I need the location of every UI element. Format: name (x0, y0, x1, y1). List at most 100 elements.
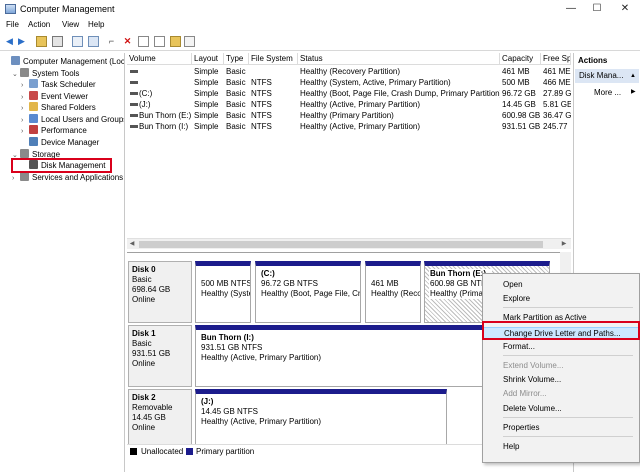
expand-right-icon[interactable]: › (12, 173, 20, 184)
expand-right-icon[interactable]: › (21, 80, 29, 91)
tree-item[interactable]: › Local Users and Groups (21, 114, 124, 125)
back-arrow-icon[interactable]: ◀ (4, 36, 15, 47)
table-cell[interactable]: 600.98 GB (500, 110, 541, 121)
expand-down-icon[interactable]: ⌄ (12, 69, 20, 80)
table-cell[interactable]: 500 MB (500, 77, 541, 88)
table-cell[interactable]: Healthy (Primary Partition) (298, 110, 500, 121)
menu-action[interactable]: Action (28, 20, 50, 29)
expand-right-icon[interactable]: › (21, 103, 29, 114)
tree-item[interactable]: › Task Scheduler (21, 79, 96, 90)
table-cell[interactable]: Simple (192, 66, 224, 77)
tree-item[interactable]: › Event Viewer (21, 91, 88, 102)
context-menu-item[interactable]: Help (483, 441, 639, 453)
help-icon[interactable] (88, 36, 99, 47)
scroll-thumb[interactable] (139, 241, 543, 248)
table-cell[interactable]: Simple (192, 110, 224, 121)
partition-block[interactable]: (J:) 14.45 GB NTFS Healthy (Active, Primar… (195, 389, 447, 445)
table-cell[interactable]: Simple (192, 77, 224, 88)
forward-arrow-icon[interactable]: ▶ (16, 36, 27, 47)
table-cell[interactable]: (J:) (137, 99, 192, 110)
minimize-button[interactable]: — (560, 2, 582, 16)
disk-label[interactable]: Disk 0 Basic 698.64 GB Online (128, 261, 192, 323)
column-header[interactable]: Volume (127, 53, 192, 65)
table-cell[interactable]: (C:) (137, 88, 192, 99)
partition-block[interactable]: 461 MB Healthy (Reco (365, 261, 421, 323)
column-header[interactable]: File System (249, 53, 298, 65)
column-header[interactable]: Type (224, 53, 249, 65)
up-folder-icon[interactable] (36, 36, 47, 47)
partition-block[interactable]: (C:) 96.72 GB NTFS Healthy (Boot, Page Fil… (255, 261, 361, 323)
table-cell[interactable]: NTFS (249, 88, 298, 99)
table-cell[interactable]: Basic (224, 110, 249, 121)
disk-label[interactable]: Disk 2 Removable 14.45 GB Online (128, 389, 192, 445)
table-cell[interactable]: Basic (224, 77, 249, 88)
table-cell[interactable]: Healthy (System, Active, Primary Partiti… (298, 77, 500, 88)
action-more[interactable]: More ... ▶ (594, 88, 636, 97)
table-cell[interactable] (137, 66, 192, 77)
column-header[interactable]: Layout (192, 53, 224, 65)
context-menu-item[interactable]: Shrink Volume... (483, 374, 639, 386)
context-menu-item[interactable]: Properties (483, 422, 639, 434)
delete-icon[interactable]: ✕ (122, 36, 133, 47)
context-menu-item[interactable]: Format... (483, 341, 639, 353)
table-cell[interactable]: Basic (224, 88, 249, 99)
table-cell[interactable]: 245.77 (541, 121, 571, 132)
table-cell[interactable]: Bun Thorn (E:) (137, 110, 192, 121)
table-cell[interactable]: Simple (192, 88, 224, 99)
disk-label[interactable]: Disk 1 Basic 931.51 GB Online (128, 325, 192, 387)
table-cell[interactable]: 96.72 GB (500, 88, 541, 99)
document-icon[interactable] (154, 36, 165, 47)
table-cell[interactable]: Basic (224, 66, 249, 77)
context-menu-item[interactable]: Delete Volume... (483, 403, 639, 415)
column-header[interactable]: Status (298, 53, 500, 65)
table-cell[interactable]: Bun Thorn (I:) (137, 121, 192, 132)
close-button[interactable]: ✕ (614, 2, 636, 16)
tree-item[interactable]: Computer Management (Local (3, 56, 124, 67)
scroll-left-icon[interactable]: ◀ (127, 239, 137, 250)
table-cell[interactable]: Healthy (Active, Primary Partition) (298, 99, 500, 110)
table-cell[interactable]: NTFS (249, 99, 298, 110)
table-cell[interactable]: Basic (224, 99, 249, 110)
table-cell[interactable]: 931.51 GB (500, 121, 541, 132)
table-cell[interactable]: NTFS (249, 121, 298, 132)
maximize-button[interactable]: ☐ (586, 2, 608, 16)
table-cell[interactable]: Healthy (Recovery Partition) (298, 66, 500, 77)
table-cell[interactable]: Simple (192, 99, 224, 110)
menu-file[interactable]: File (6, 20, 19, 29)
table-cell[interactable]: NTFS (249, 110, 298, 121)
table-cell[interactable]: Healthy (Boot, Page File, Crash Dump, Pr… (298, 88, 500, 99)
properties-icon[interactable] (72, 36, 83, 47)
table-cell[interactable]: Basic (224, 121, 249, 132)
menu-view[interactable]: View (62, 20, 79, 29)
table-cell[interactable]: 461 MB (500, 66, 541, 77)
table-cell[interactable]: NTFS (249, 77, 298, 88)
scroll-right-icon[interactable]: ▶ (559, 239, 569, 250)
column-header[interactable]: Free Sp (541, 53, 571, 65)
context-menu-item[interactable]: Explore (483, 293, 639, 305)
table-cell[interactable]: 14.45 GB (500, 99, 541, 110)
connect-icon[interactable]: ⌐ (106, 36, 117, 47)
menu-help[interactable]: Help (88, 20, 104, 29)
tree-item[interactable]: › Performance (21, 125, 87, 136)
context-menu-item[interactable]: Open (483, 279, 639, 291)
tree-item[interactable]: › Services and Applications (12, 172, 123, 183)
table-cell[interactable]: 5.81 GE (541, 99, 571, 110)
tree-item[interactable]: ⌄ System Tools (12, 68, 79, 79)
column-header[interactable]: Capacity (500, 53, 541, 65)
table-cell[interactable]: Simple (192, 121, 224, 132)
table-cell[interactable]: 466 ME (541, 77, 571, 88)
tree-item[interactable]: Device Manager (21, 137, 99, 148)
table-cell[interactable] (137, 77, 192, 88)
table-cell[interactable]: 36.47 G (541, 110, 571, 121)
show-hide-tree-icon[interactable] (52, 36, 63, 47)
partition-block[interactable]: 500 MB NTFS Healthy (Syste (195, 261, 251, 323)
horizontal-scrollbar[interactable]: ◀ ▶ (127, 238, 571, 249)
table-cell[interactable]: 27.89 G (541, 88, 571, 99)
expand-right-icon[interactable]: › (21, 126, 29, 137)
table-cell[interactable] (249, 66, 298, 77)
view-icon[interactable] (184, 36, 195, 47)
folder-icon[interactable] (170, 36, 181, 47)
table-cell[interactable]: 461 ME (541, 66, 571, 77)
tree-item[interactable]: › Shared Folders (21, 102, 96, 113)
checklist-icon[interactable] (138, 36, 149, 47)
